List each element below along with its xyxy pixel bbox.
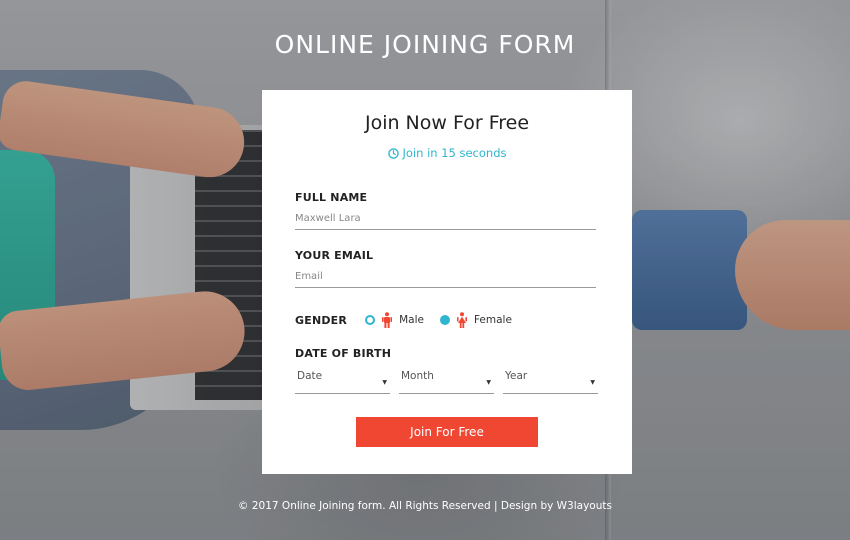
join-form-card: Join Now For Free Join in 15 seconds FUL… (262, 90, 632, 474)
caret-down-icon: ▼ (486, 379, 491, 386)
caret-down-icon: ▼ (590, 379, 595, 386)
male-radio[interactable] (365, 315, 376, 325)
footer-copyright: © 2017 Online Joining form. All Rights R… (238, 500, 612, 512)
female-radio[interactable] (439, 315, 450, 325)
female-icon (456, 312, 467, 328)
dob-year-select[interactable]: Year ▼ (503, 368, 598, 394)
dob-date-value: Date (297, 370, 323, 382)
clock-icon (387, 147, 399, 159)
full-name-label: FULL NAME (295, 191, 368, 204)
dob-month-value: Month (401, 370, 434, 382)
female-label: Female (473, 314, 512, 326)
email-input[interactable] (295, 266, 596, 288)
male-icon (382, 312, 393, 328)
caret-down-icon: ▼ (382, 379, 387, 386)
dob-label: DATE OF BIRTH (295, 347, 392, 360)
form-title: Join Now For Free (364, 112, 530, 134)
join-for-free-button[interactable]: Join For Free (356, 417, 538, 447)
page-title: ONLINE JOINING FORM (274, 30, 576, 59)
form-subtitle: Join in 15 seconds (262, 146, 632, 160)
dob-year-value: Year (505, 370, 528, 382)
full-name-input[interactable] (295, 208, 596, 230)
gender-option-female[interactable]: Female (439, 312, 512, 328)
gender-label: GENDER (295, 313, 348, 327)
email-label: YOUR EMAIL (295, 249, 374, 262)
form-subtitle-text: Join in 15 seconds (402, 146, 507, 160)
gender-row: GENDER Male Female (295, 310, 596, 330)
gender-option-male[interactable]: Male (365, 312, 424, 328)
dob-date-select[interactable]: Date ▼ (295, 368, 390, 394)
dob-month-select[interactable]: Month ▼ (399, 368, 494, 394)
male-label: Male (399, 314, 424, 326)
